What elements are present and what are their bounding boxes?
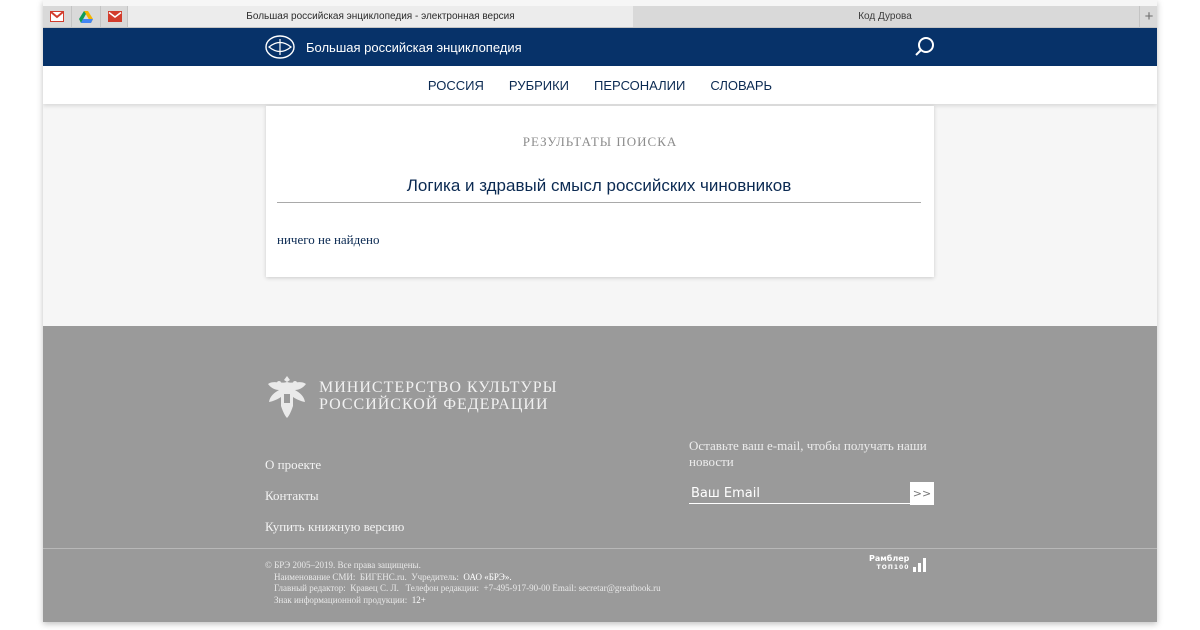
tab-durov-code[interactable]: Код Дурова	[633, 6, 1137, 27]
empty-results-message: ничего не найдено	[277, 232, 380, 247]
nav-item-russia[interactable]: РОССИЯ	[428, 78, 484, 93]
editor-value: Кравец С. Л.	[350, 583, 399, 593]
ministry-name: МИНИСТЕРСТВО КУЛЬТУРЫ РОССИЙСКОЙ ФЕДЕРАЦ…	[319, 379, 558, 413]
footer-divider	[43, 548, 1157, 549]
tab-encyclopedia[interactable]: Большая российская энциклопедия - электр…	[127, 6, 634, 27]
screen-margin-left	[0, 0, 43, 630]
screen-margin-right	[1157, 0, 1200, 630]
footer-link-about[interactable]: О проекте	[265, 457, 321, 473]
search-icon	[915, 37, 934, 56]
search-results-card: РЕЗУЛЬТАТЫ ПОИСКА Логика и здравый смысл…	[266, 106, 934, 277]
rambler-line: ТОП100	[876, 564, 910, 571]
editor-label: Главный редактор:	[274, 583, 346, 593]
media-value: БИГЕНС.ru.	[359, 571, 407, 582]
footer-link-buy-book[interactable]: Купить книжную версию	[265, 519, 404, 535]
rambler-label: Рамблер ТОП100	[869, 554, 909, 572]
encyclopedia-logo-icon	[265, 35, 295, 59]
plus-icon: +	[1144, 8, 1154, 25]
browser-window: Большая российская энциклопедия - электр…	[43, 0, 1157, 622]
nav-item-dictionary[interactable]: СЛОВАРЬ	[710, 78, 772, 93]
mail-icon	[108, 11, 122, 22]
footer-link-contacts[interactable]: Контакты	[265, 488, 319, 504]
editor-info: Главный редактор: Кравец С. Л. Телефон р…	[265, 583, 661, 595]
subscribe-submit-button[interactable]: >>	[910, 482, 934, 505]
rambler-top100-badge[interactable]: Рамблер ТОП100	[869, 554, 927, 572]
subscribe-text: Оставьте ваш e-mail, чтобы получать наши…	[689, 438, 927, 469]
media-label: Наименование СМИ:	[274, 571, 356, 582]
gmail-icon	[50, 11, 64, 22]
site-header: Большая российская энциклопедия	[43, 28, 1157, 66]
copyright: © БРЭ 2005–2019. Все права защищены.	[265, 560, 421, 570]
nav-item-persons[interactable]: ПЕРСОНАЛИИ	[594, 78, 685, 93]
founder-label: Учредитель:	[411, 571, 459, 582]
results-heading: РЕЗУЛЬТАТЫ ПОИСКА	[522, 134, 678, 149]
founder-value: ОАО «БРЭ».	[463, 571, 512, 582]
tab-title: Код Дурова	[858, 11, 912, 22]
age-rating-value: 12+	[411, 594, 426, 605]
bar-chart-icon-bar	[923, 558, 927, 572]
email-input[interactable]	[689, 483, 911, 504]
site-footer: МИНИСТЕРСТВО КУЛЬТУРЫ РОССИЙСКОЙ ФЕДЕРАЦ…	[43, 326, 1157, 622]
email-label: Email:	[552, 583, 577, 593]
bar-chart-icon-bar	[913, 567, 917, 572]
ministry-name-line: МИНИСТЕРСТВО КУЛЬТУРЫ	[319, 379, 558, 396]
site-title: Большая российская энциклопедия	[306, 39, 522, 55]
ministry-name-line: РОССИЙСКОЙ ФЕДЕРАЦИИ	[319, 396, 549, 413]
media-info: Наименование СМИ: БИГЕНС.ru. Учредитель:…	[265, 572, 661, 584]
double-headed-eagle-icon	[268, 376, 306, 418]
pinned-tab-drive[interactable]	[72, 6, 101, 27]
site-logo-link[interactable]: Большая российская энциклопедия	[265, 33, 522, 61]
nav-item-rubrics[interactable]: РУБРИКИ	[509, 78, 569, 93]
tab-title: Большая российская энциклопедия - электр…	[246, 11, 515, 22]
pinned-tab-gmail[interactable]	[43, 6, 72, 27]
legal-info: © БРЭ 2005–2019. Все права защищены. Наи…	[265, 560, 661, 606]
bar-chart-icon	[913, 557, 927, 572]
tab-bar: Большая российская энциклопедия - электр…	[43, 6, 1157, 28]
rambler-line: Рамблер	[869, 554, 910, 563]
search-query-title: Логика и здравый смысл российских чиновн…	[277, 176, 921, 203]
search-button[interactable]	[913, 35, 937, 59]
google-drive-icon	[79, 10, 93, 23]
new-tab-button[interactable]: +	[1139, 6, 1157, 27]
pinned-tab-mail[interactable]	[101, 6, 130, 27]
phone-label: Телефон редакции:	[405, 583, 480, 593]
bar-chart-icon-bar	[918, 563, 922, 572]
email-value: secretar@greatbook.ru	[578, 583, 661, 593]
age-label: Знак информационной продукции:	[274, 594, 408, 605]
age-rating-info: Знак информационной продукции: 12+	[265, 595, 661, 607]
main-nav: РОССИЯ РУБРИКИ ПЕРСОНАЛИИ СЛОВАРЬ	[43, 66, 1157, 104]
pinned-tabs	[43, 6, 130, 27]
double-chevron-right-icon: >>	[912, 487, 932, 500]
ministry-logo-link[interactable]: МИНИСТЕРСТВО КУЛЬТУРЫ РОССИЙСКОЙ ФЕДЕРАЦ…	[265, 372, 558, 420]
phone-value: +7-495-917-90-00	[483, 583, 551, 593]
